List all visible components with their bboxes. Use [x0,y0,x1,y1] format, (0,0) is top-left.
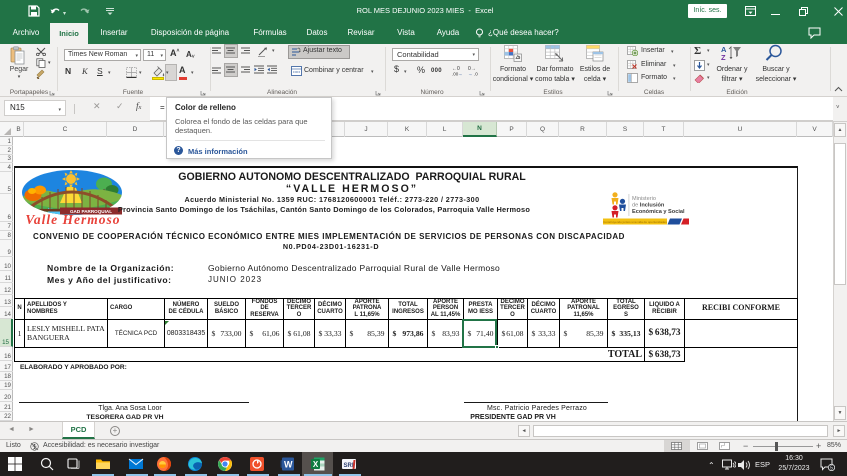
svg-text:Z: Z [721,53,726,61]
svg-text:Construyendo juntos una vida d: Construyendo juntos una vida de oportuni… [603,220,667,224]
svg-text:de Inclusión: de Inclusión [632,203,665,209]
svg-text:Ministerio: Ministerio [632,196,656,202]
svg-text:.0: .0 [474,72,478,77]
svg-text:X: X [313,460,319,469]
svg-text:→: → [468,72,473,77]
svg-text:→: → [458,72,463,77]
svg-text:W: W [284,460,293,470]
svg-text:Económica y Social: Económica y Social [632,209,685,215]
svg-text:SRI: SRI [343,463,353,469]
svg-text:5: 5 [830,466,833,472]
